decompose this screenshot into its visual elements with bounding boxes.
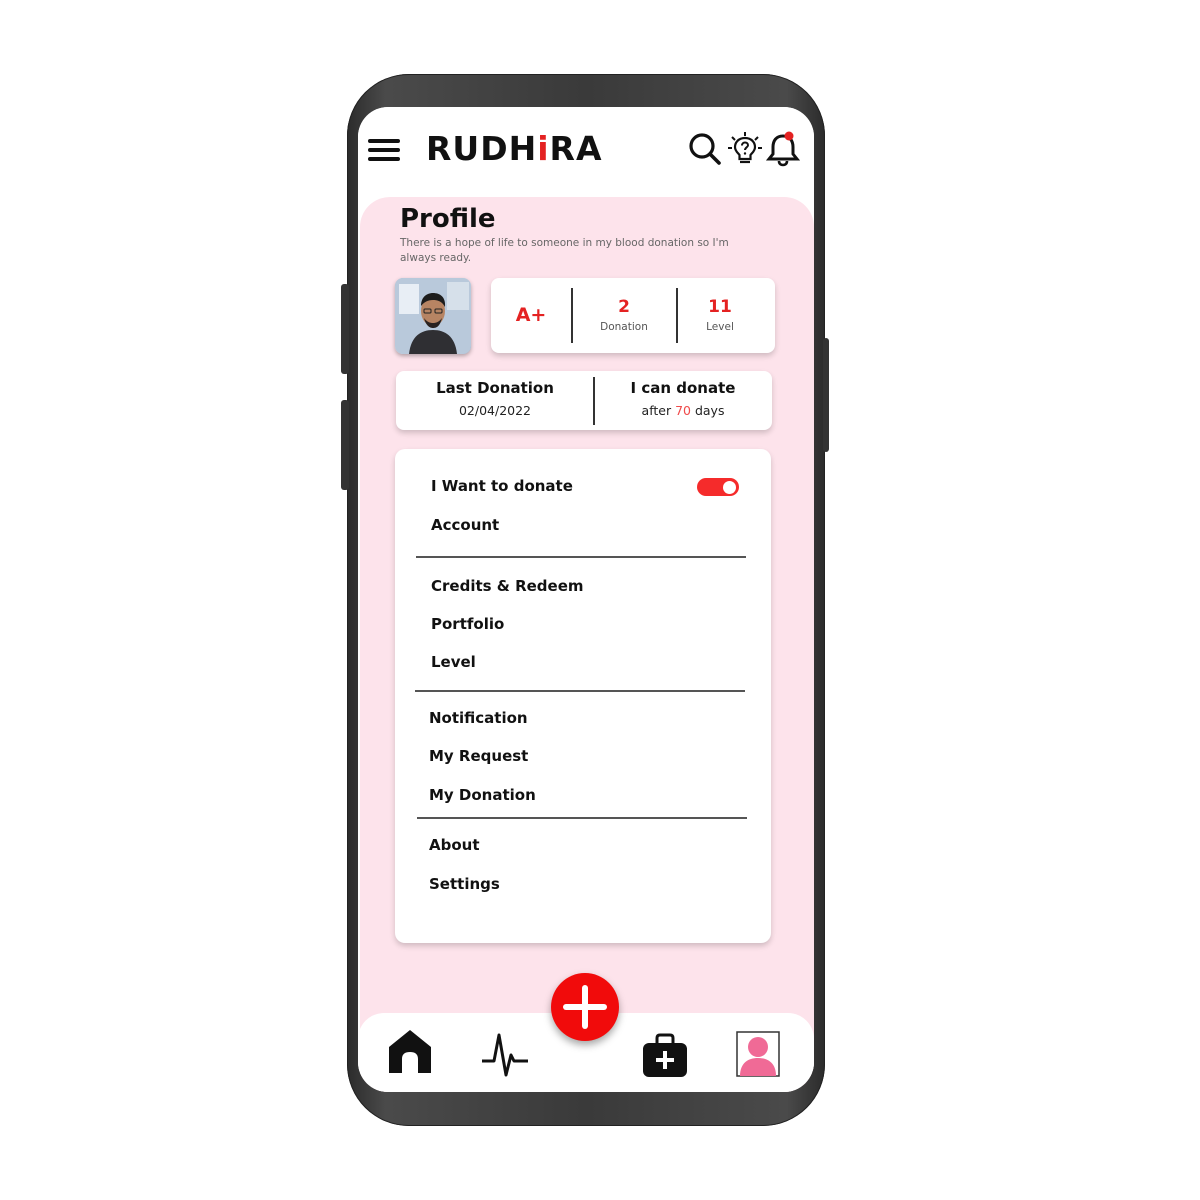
- can-donate-after: after 70 days: [595, 403, 771, 418]
- level-label: Level: [706, 321, 734, 333]
- menu-item-my-donation[interactable]: My Donation: [429, 786, 536, 804]
- blood-group-value: A+: [515, 304, 547, 326]
- settings-menu: I Want to donate Account Credits & Redee…: [395, 449, 771, 943]
- level-value: 11: [708, 297, 732, 317]
- volume-down-button: [341, 400, 349, 490]
- menu-icon[interactable]: [368, 137, 402, 163]
- last-donation: Last Donation 02/04/2022: [396, 371, 594, 430]
- menu-item-credits[interactable]: Credits & Redeem: [431, 577, 584, 595]
- top-header: RUDHiRA: [358, 107, 814, 197]
- after-suffix: days: [690, 403, 725, 418]
- menu-divider: [416, 556, 746, 558]
- search-icon[interactable]: [688, 131, 722, 167]
- add-button[interactable]: [551, 973, 619, 1041]
- after-prefix: after: [641, 403, 676, 418]
- avatar[interactable]: [395, 278, 471, 354]
- next-donation: I can donate after 70 days: [595, 371, 771, 430]
- add-icon-v: [582, 985, 588, 1029]
- stats-card: A+ 2 Donation 11 Level: [491, 278, 775, 353]
- donation-label: Donation: [600, 321, 648, 333]
- power-button: [823, 338, 829, 452]
- notification-badge: [784, 131, 794, 141]
- volume-up-button: [341, 284, 349, 374]
- menu-item-my-request[interactable]: My Request: [429, 747, 528, 765]
- medical-kit-icon[interactable]: [641, 1033, 689, 1079]
- donation-count: 2: [618, 297, 630, 317]
- idea-help-icon[interactable]: [727, 131, 762, 167]
- profile-icon[interactable]: [736, 1031, 780, 1077]
- menu-item-want-to-donate[interactable]: I Want to donate: [431, 477, 573, 495]
- phone-screen: RUDHiRA Profile There is a hope of life …: [358, 107, 814, 1092]
- page-title: Profile: [400, 204, 496, 234]
- donation-info-card: Last Donation 02/04/2022 I can donate af…: [396, 371, 772, 430]
- last-donation-label: Last Donation: [436, 379, 554, 397]
- toggle-knob: [723, 480, 736, 494]
- level-stat: 11 Level: [678, 278, 762, 353]
- menu-item-account[interactable]: Account: [431, 516, 499, 534]
- menu-divider: [415, 690, 745, 692]
- menu-item-portfolio[interactable]: Portfolio: [431, 615, 504, 633]
- donate-toggle[interactable]: [697, 478, 739, 496]
- donation-stat: 2 Donation: [573, 278, 675, 353]
- menu-item-notification[interactable]: Notification: [429, 709, 528, 727]
- menu-divider: [417, 817, 747, 819]
- last-donation-date: 02/04/2022: [458, 403, 532, 418]
- menu-item-settings[interactable]: Settings: [429, 875, 500, 893]
- profile-subtitle: There is a hope of life to someone in my…: [400, 237, 729, 264]
- home-icon[interactable]: [386, 1027, 434, 1075]
- blood-group-stat: A+: [491, 278, 571, 353]
- menu-item-about[interactable]: About: [429, 836, 480, 854]
- after-days: 70: [675, 403, 691, 418]
- logo-prefix: RUDH: [426, 129, 538, 168]
- notification-bell-icon[interactable]: [765, 131, 801, 167]
- logo-suffix: RA: [549, 129, 603, 168]
- app-logo: RUDHiRA: [426, 129, 602, 168]
- activity-pulse-icon[interactable]: [480, 1031, 530, 1079]
- menu-item-level[interactable]: Level: [431, 653, 476, 671]
- logo-i: i: [537, 129, 550, 168]
- can-donate-label: I can donate: [630, 379, 736, 397]
